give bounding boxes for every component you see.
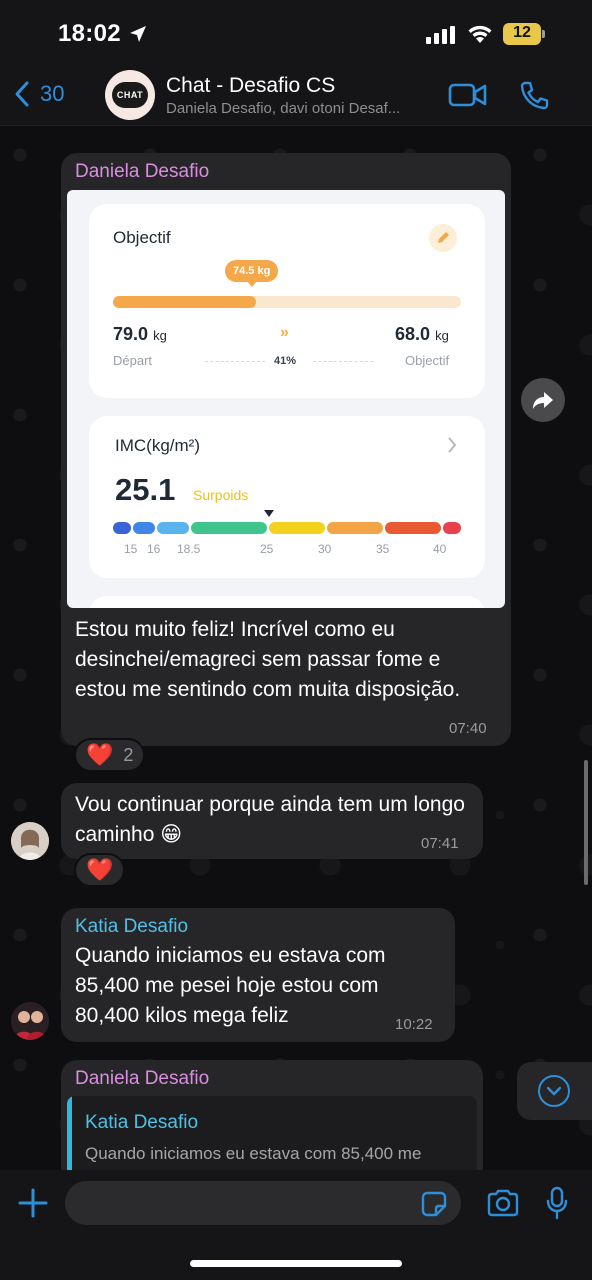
phone-call-icon[interactable] — [518, 80, 550, 110]
target-label: Objectif — [405, 353, 450, 368]
start-label: Départ — [113, 353, 153, 368]
imc-tick: 40 — [433, 542, 447, 556]
imc-segment — [113, 522, 131, 534]
home-indicator — [190, 1260, 402, 1267]
message-input[interactable] — [65, 1181, 461, 1225]
imc-tick: 15 — [124, 542, 138, 556]
sender-avatar[interactable] — [11, 822, 49, 860]
next-card-peek — [89, 596, 485, 608]
message-text: Estou muito feliz! Incrível como eu desi… — [75, 618, 461, 701]
video-call-icon[interactable] — [448, 82, 488, 108]
message-time: 07:40 — [449, 720, 487, 737]
imc-segment — [269, 522, 325, 534]
back-button[interactable]: 30 — [14, 80, 64, 108]
wifi-icon — [468, 25, 492, 43]
imc-segment — [133, 522, 155, 534]
message-bubble[interactable]: Vou continuar porque ainda tem um longo … — [61, 783, 483, 859]
imc-card-title: IMC(kg/m²) — [115, 436, 200, 455]
imc-segment — [327, 522, 383, 534]
sender-name[interactable]: Katia Desafio — [75, 916, 188, 938]
cellular-signal-icon — [426, 26, 455, 44]
imc-tick: 16 — [147, 542, 161, 556]
progress-chevron-icon: » — [280, 324, 289, 341]
weight-progress-track — [113, 296, 461, 308]
message-text: Quando iniciamos eu estava com 85,400 me… — [75, 944, 386, 1027]
status-bar: 18:02 12 — [0, 0, 592, 68]
imc-category: Surpoids — [193, 487, 249, 503]
camera-icon[interactable] — [486, 1189, 520, 1217]
weight-progress-fill — [113, 296, 256, 308]
imc-value: 25.1 — [115, 472, 176, 507]
reaction-badge[interactable]: ❤️ — [74, 853, 126, 887]
avatar-logo-text: CHAT — [112, 82, 148, 108]
start-weight: 79.0 kg — [113, 324, 167, 344]
group-avatar[interactable]: CHAT — [105, 70, 155, 120]
clock: 18:02 — [58, 20, 121, 47]
target-weight: 68.0 kg — [395, 324, 449, 344]
shared-image[interactable]: Objectif 74.5 kg 79.0 kg » 68.0 kg Dépar… — [67, 190, 505, 608]
battery-level: 12 — [513, 24, 531, 41]
battery-icon: 12 — [503, 23, 545, 45]
divider — [313, 361, 373, 362]
chat-participants[interactable]: Daniela Desafio, davi otoni Desaf... — [166, 100, 436, 117]
current-weight-tag: 74.5 kg — [225, 260, 279, 287]
message-time: 07:41 — [421, 835, 459, 852]
chevron-down-icon — [546, 1086, 562, 1096]
forward-arrow-icon — [533, 392, 553, 409]
imc-segment — [157, 522, 189, 534]
message-bubble[interactable]: Katia Desafio Quando iniciamos eu estava… — [61, 908, 455, 1042]
location-arrow-icon — [130, 26, 146, 42]
edit-pencil-icon — [429, 224, 457, 252]
chevron-right-icon — [448, 437, 457, 453]
imc-marker — [264, 510, 274, 517]
scroll-to-bottom-button[interactable] — [517, 1062, 592, 1120]
scrollbar[interactable] — [584, 760, 588, 885]
imc-segment — [385, 522, 441, 534]
imc-tick: 25 — [260, 542, 274, 556]
unread-count: 30 — [40, 81, 65, 106]
chevron-left-icon — [15, 81, 29, 107]
quoted-author: Katia Desafio — [85, 1112, 199, 1133]
goal-card: Objectif 74.5 kg 79.0 kg » 68.0 kg Dépar… — [89, 204, 485, 398]
forward-button[interactable] — [521, 378, 565, 422]
chat-title[interactable]: Chat - Desafio CS — [166, 74, 335, 98]
reaction-count: 2 — [123, 744, 134, 765]
imc-segment — [443, 522, 461, 534]
microphone-icon[interactable] — [546, 1186, 568, 1220]
sticker-icon[interactable] — [421, 1191, 447, 1217]
sender-avatar[interactable] — [11, 1002, 49, 1040]
progress-percent: 41% — [274, 355, 297, 367]
imc-tick: 35 — [376, 542, 390, 556]
reaction-badge[interactable]: ❤️ 2 — [74, 738, 146, 772]
goal-card-title: Objectif — [113, 228, 171, 247]
imc-card: IMC(kg/m²) 25.1 Surpoids 15 16 18.5 25 3… — [89, 416, 485, 578]
message-text: Vou continuar porque ainda tem um longo … — [75, 793, 465, 846]
imc-tick: 18.5 — [177, 542, 201, 556]
plus-icon[interactable] — [18, 1188, 48, 1218]
chat-header: 30 CHAT Chat - Desafio CS Daniela Desafi… — [0, 68, 592, 126]
sender-name[interactable]: Daniela Desafio — [75, 161, 209, 183]
imc-segment — [191, 522, 267, 534]
imc-tick: 30 — [318, 542, 332, 556]
divider — [205, 361, 265, 362]
composer-bar — [0, 1170, 592, 1280]
heart-reaction: ❤️ — [86, 742, 114, 767]
sender-name[interactable]: Daniela Desafio — [75, 1068, 209, 1090]
heart-reaction: ❤️ — [86, 857, 114, 882]
message-time: 10:22 — [395, 1016, 433, 1033]
